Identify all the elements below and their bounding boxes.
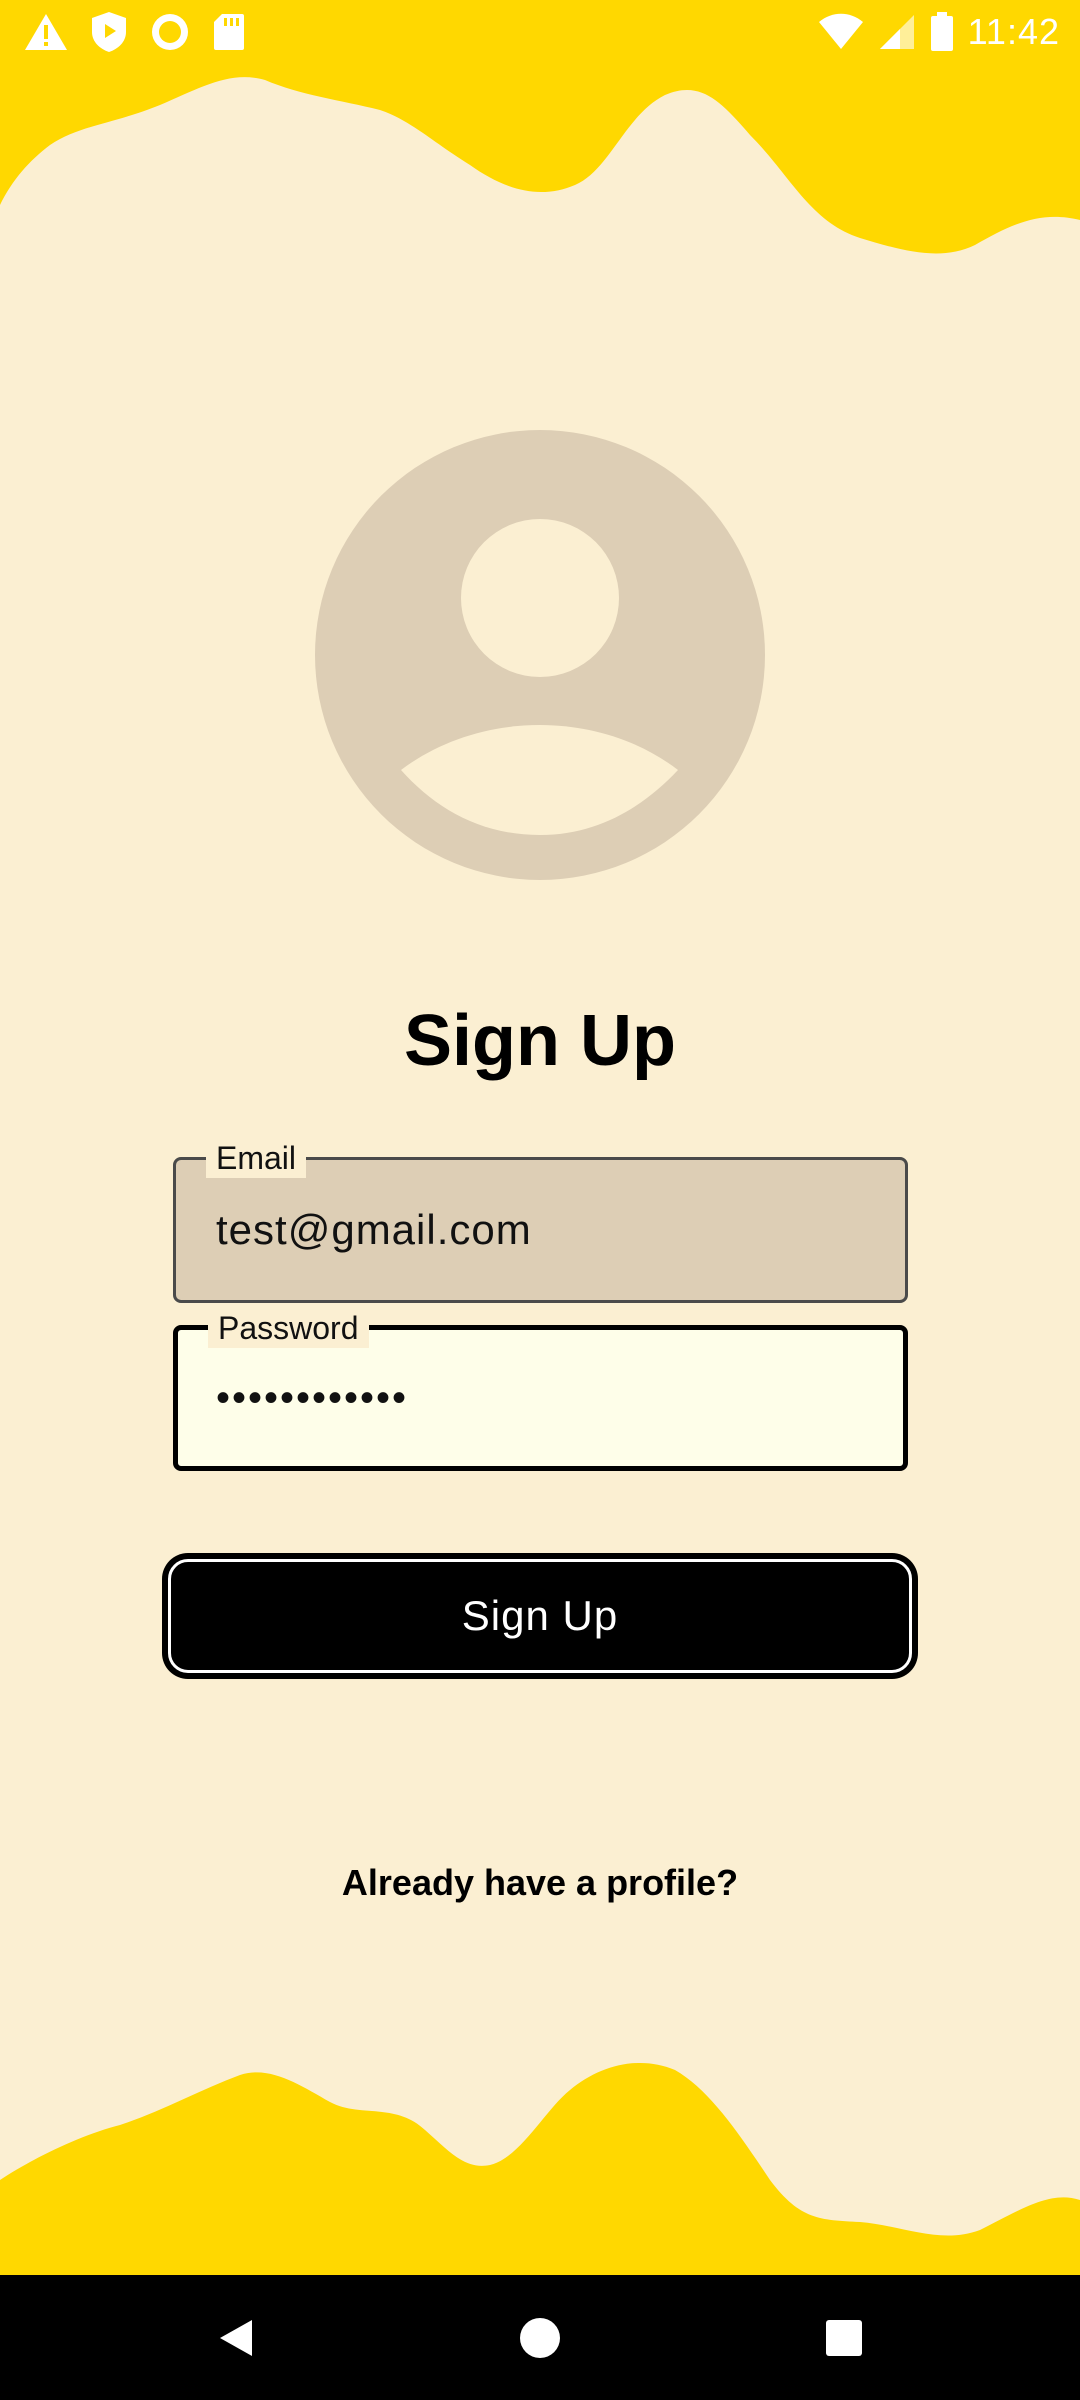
login-link[interactable]: Already have a profile? <box>0 1862 1080 1904</box>
email-value: test@gmail.com <box>216 1206 532 1253</box>
sign-up-button-label: Sign Up <box>168 1559 912 1673</box>
home-icon[interactable] <box>470 2275 610 2400</box>
status-time: 11:42 <box>967 11 1060 52</box>
navigation-bar <box>0 2275 1080 2400</box>
warning-icon <box>24 12 68 52</box>
sd-card-icon <box>212 12 246 52</box>
status-bar: 11:42 <box>0 0 1080 64</box>
password-value: •••••••••••• <box>216 1375 409 1420</box>
signal-icon <box>878 13 916 51</box>
battery-icon <box>930 12 954 52</box>
wifi-icon <box>818 13 864 51</box>
sign-up-button[interactable]: Sign Up <box>162 1553 918 1679</box>
email-field[interactable]: Email test@gmail.com <box>173 1138 908 1303</box>
circle-icon <box>150 12 190 52</box>
recents-icon[interactable] <box>774 2275 914 2400</box>
bottom-wave-decoration <box>0 2062 1080 2275</box>
page-title: Sign Up <box>404 1001 676 1081</box>
user-avatar-icon <box>315 430 765 880</box>
shield-play-icon <box>90 10 128 54</box>
password-field[interactable]: Password •••••••••••• <box>173 1308 908 1471</box>
back-icon[interactable] <box>166 2275 306 2400</box>
